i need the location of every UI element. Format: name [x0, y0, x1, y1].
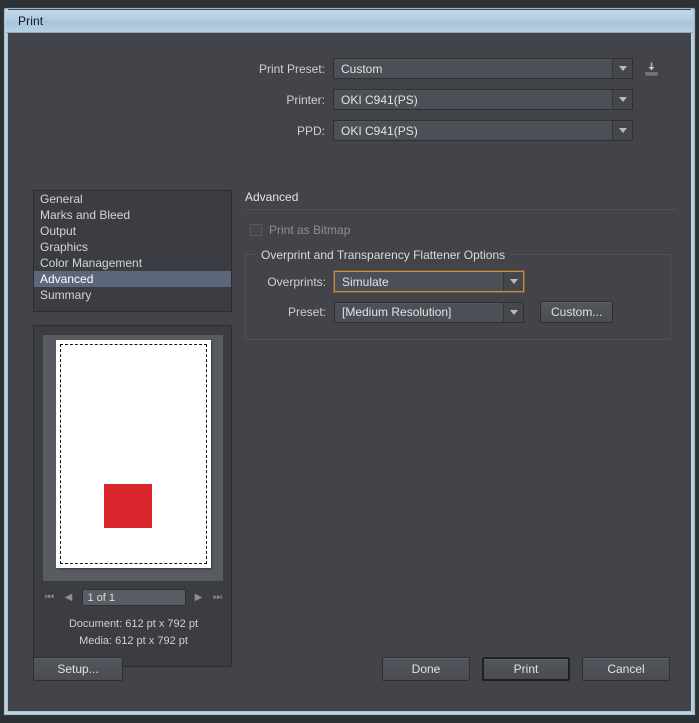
chevron-down-icon[interactable]: [612, 90, 632, 109]
window-frame: Print Print Preset: Custom Printer: OKI …: [4, 8, 695, 715]
ppd-value: OKI C941(PS): [341, 123, 418, 138]
custom-flattener-button[interactable]: Custom...: [540, 301, 614, 323]
chevron-down-icon[interactable]: [612, 121, 632, 140]
print-preset-combo[interactable]: Custom: [333, 58, 633, 79]
dialog-body: Print Preset: Custom Printer: OKI C941(P…: [9, 33, 690, 710]
ppd-row: PPD: OKI C941(PS): [9, 119, 690, 142]
done-button[interactable]: Done: [382, 657, 470, 681]
next-page-icon[interactable]: ▶: [193, 591, 205, 605]
overprint-flattener-group: Overprint and Transparency Flattener Opt…: [245, 248, 671, 340]
print-button[interactable]: Print: [482, 657, 570, 681]
flattener-preset-label: Preset:: [287, 305, 326, 319]
chevron-down-icon[interactable]: [612, 59, 632, 78]
window-edge-left: [5, 9, 8, 714]
cancel-button[interactable]: Cancel: [582, 657, 670, 681]
printer-label: Printer:: [286, 92, 325, 107]
preview-dimensions: Document: 612 pt x 792 pt Media: 612 pt …: [34, 616, 233, 650]
print-as-bitmap-row[interactable]: Print as Bitmap: [245, 223, 676, 237]
window-edge-bottom: [5, 711, 694, 714]
sidebar-item-marks-and-bleed[interactable]: Marks and Bleed: [34, 207, 231, 223]
overprints-combo[interactable]: Simulate: [334, 271, 524, 292]
printer-value: OKI C941(PS): [341, 92, 418, 107]
overprints-label: Overprints:: [267, 274, 326, 289]
first-page-icon[interactable]: ⏮: [44, 591, 56, 605]
print-as-bitmap-label: Print as Bitmap: [269, 223, 351, 237]
chevron-down-icon[interactable]: [503, 272, 523, 291]
print-preset-label: Print Preset:: [258, 61, 325, 76]
setup-button[interactable]: Setup...: [33, 657, 123, 681]
print-preset-value: Custom: [341, 61, 383, 76]
print-preview-panel: ⏮ ◀ ▶ ⏭ Document: 612 pt x 792 pt Media:…: [33, 325, 232, 667]
page-number-input[interactable]: [81, 589, 186, 606]
ppd-combo[interactable]: OKI C941(PS): [333, 120, 633, 141]
media-size-label: Media: 612 pt x 792 pt: [79, 635, 188, 647]
top-form: Print Preset: Custom Printer: OKI C941(P…: [9, 57, 690, 150]
overprints-value: Simulate: [342, 274, 389, 289]
print-dialog-screen: Print Print Preset: Custom Printer: OKI …: [0, 0, 699, 723]
flattener-preset-row: Preset: [Medium Resolution] Custom...: [258, 301, 658, 323]
chevron-down-icon[interactable]: [503, 302, 523, 322]
flattener-preset-value: [Medium Resolution]: [342, 305, 452, 319]
last-page-icon[interactable]: ⏭: [212, 591, 224, 605]
sidebar-item-general[interactable]: General: [34, 191, 231, 207]
print-preset-row: Print Preset: Custom: [9, 57, 690, 80]
sidebar-item-advanced[interactable]: Advanced: [34, 271, 231, 287]
preview-canvas: [43, 335, 223, 581]
flattener-preset-combo[interactable]: [Medium Resolution]: [334, 301, 524, 323]
preview-page: [56, 340, 211, 568]
panel-title: Advanced: [245, 190, 676, 210]
print-as-bitmap-checkbox[interactable]: [250, 224, 262, 236]
page-navigation: ⏮ ◀ ▶ ⏭: [34, 589, 233, 606]
overprints-row: Overprints: Simulate: [258, 271, 658, 292]
preview-artwork-rect: [104, 484, 152, 528]
sidebar-item-color-management[interactable]: Color Management: [34, 255, 231, 271]
document-size-label: Document: 612 pt x 792 pt: [68, 618, 199, 630]
ppd-label: PPD:: [296, 123, 325, 138]
dialog-footer: Setup... Done Print Cancel: [33, 657, 670, 681]
window-title: Print: [18, 14, 44, 28]
printer-combo[interactable]: OKI C941(PS): [333, 89, 633, 110]
printer-row: Printer: OKI C941(PS): [9, 88, 690, 111]
window-edge-right: [691, 9, 694, 714]
preview-page-bleed-guide: [60, 344, 207, 564]
advanced-panel: Advanced Print as Bitmap Overprint and T…: [245, 190, 676, 340]
overprint-flattener-legend: Overprint and Transparency Flattener Opt…: [256, 248, 511, 262]
sidebar-item-graphics[interactable]: Graphics: [34, 239, 231, 255]
category-list[interactable]: General Marks and Bleed Output Graphics …: [33, 190, 232, 312]
sidebar-item-output[interactable]: Output: [34, 223, 231, 239]
save-preset-icon[interactable]: [643, 60, 660, 77]
sidebar-item-summary[interactable]: Summary: [34, 287, 231, 303]
previous-page-icon[interactable]: ◀: [63, 591, 75, 605]
title-bar[interactable]: Print: [6, 10, 693, 33]
